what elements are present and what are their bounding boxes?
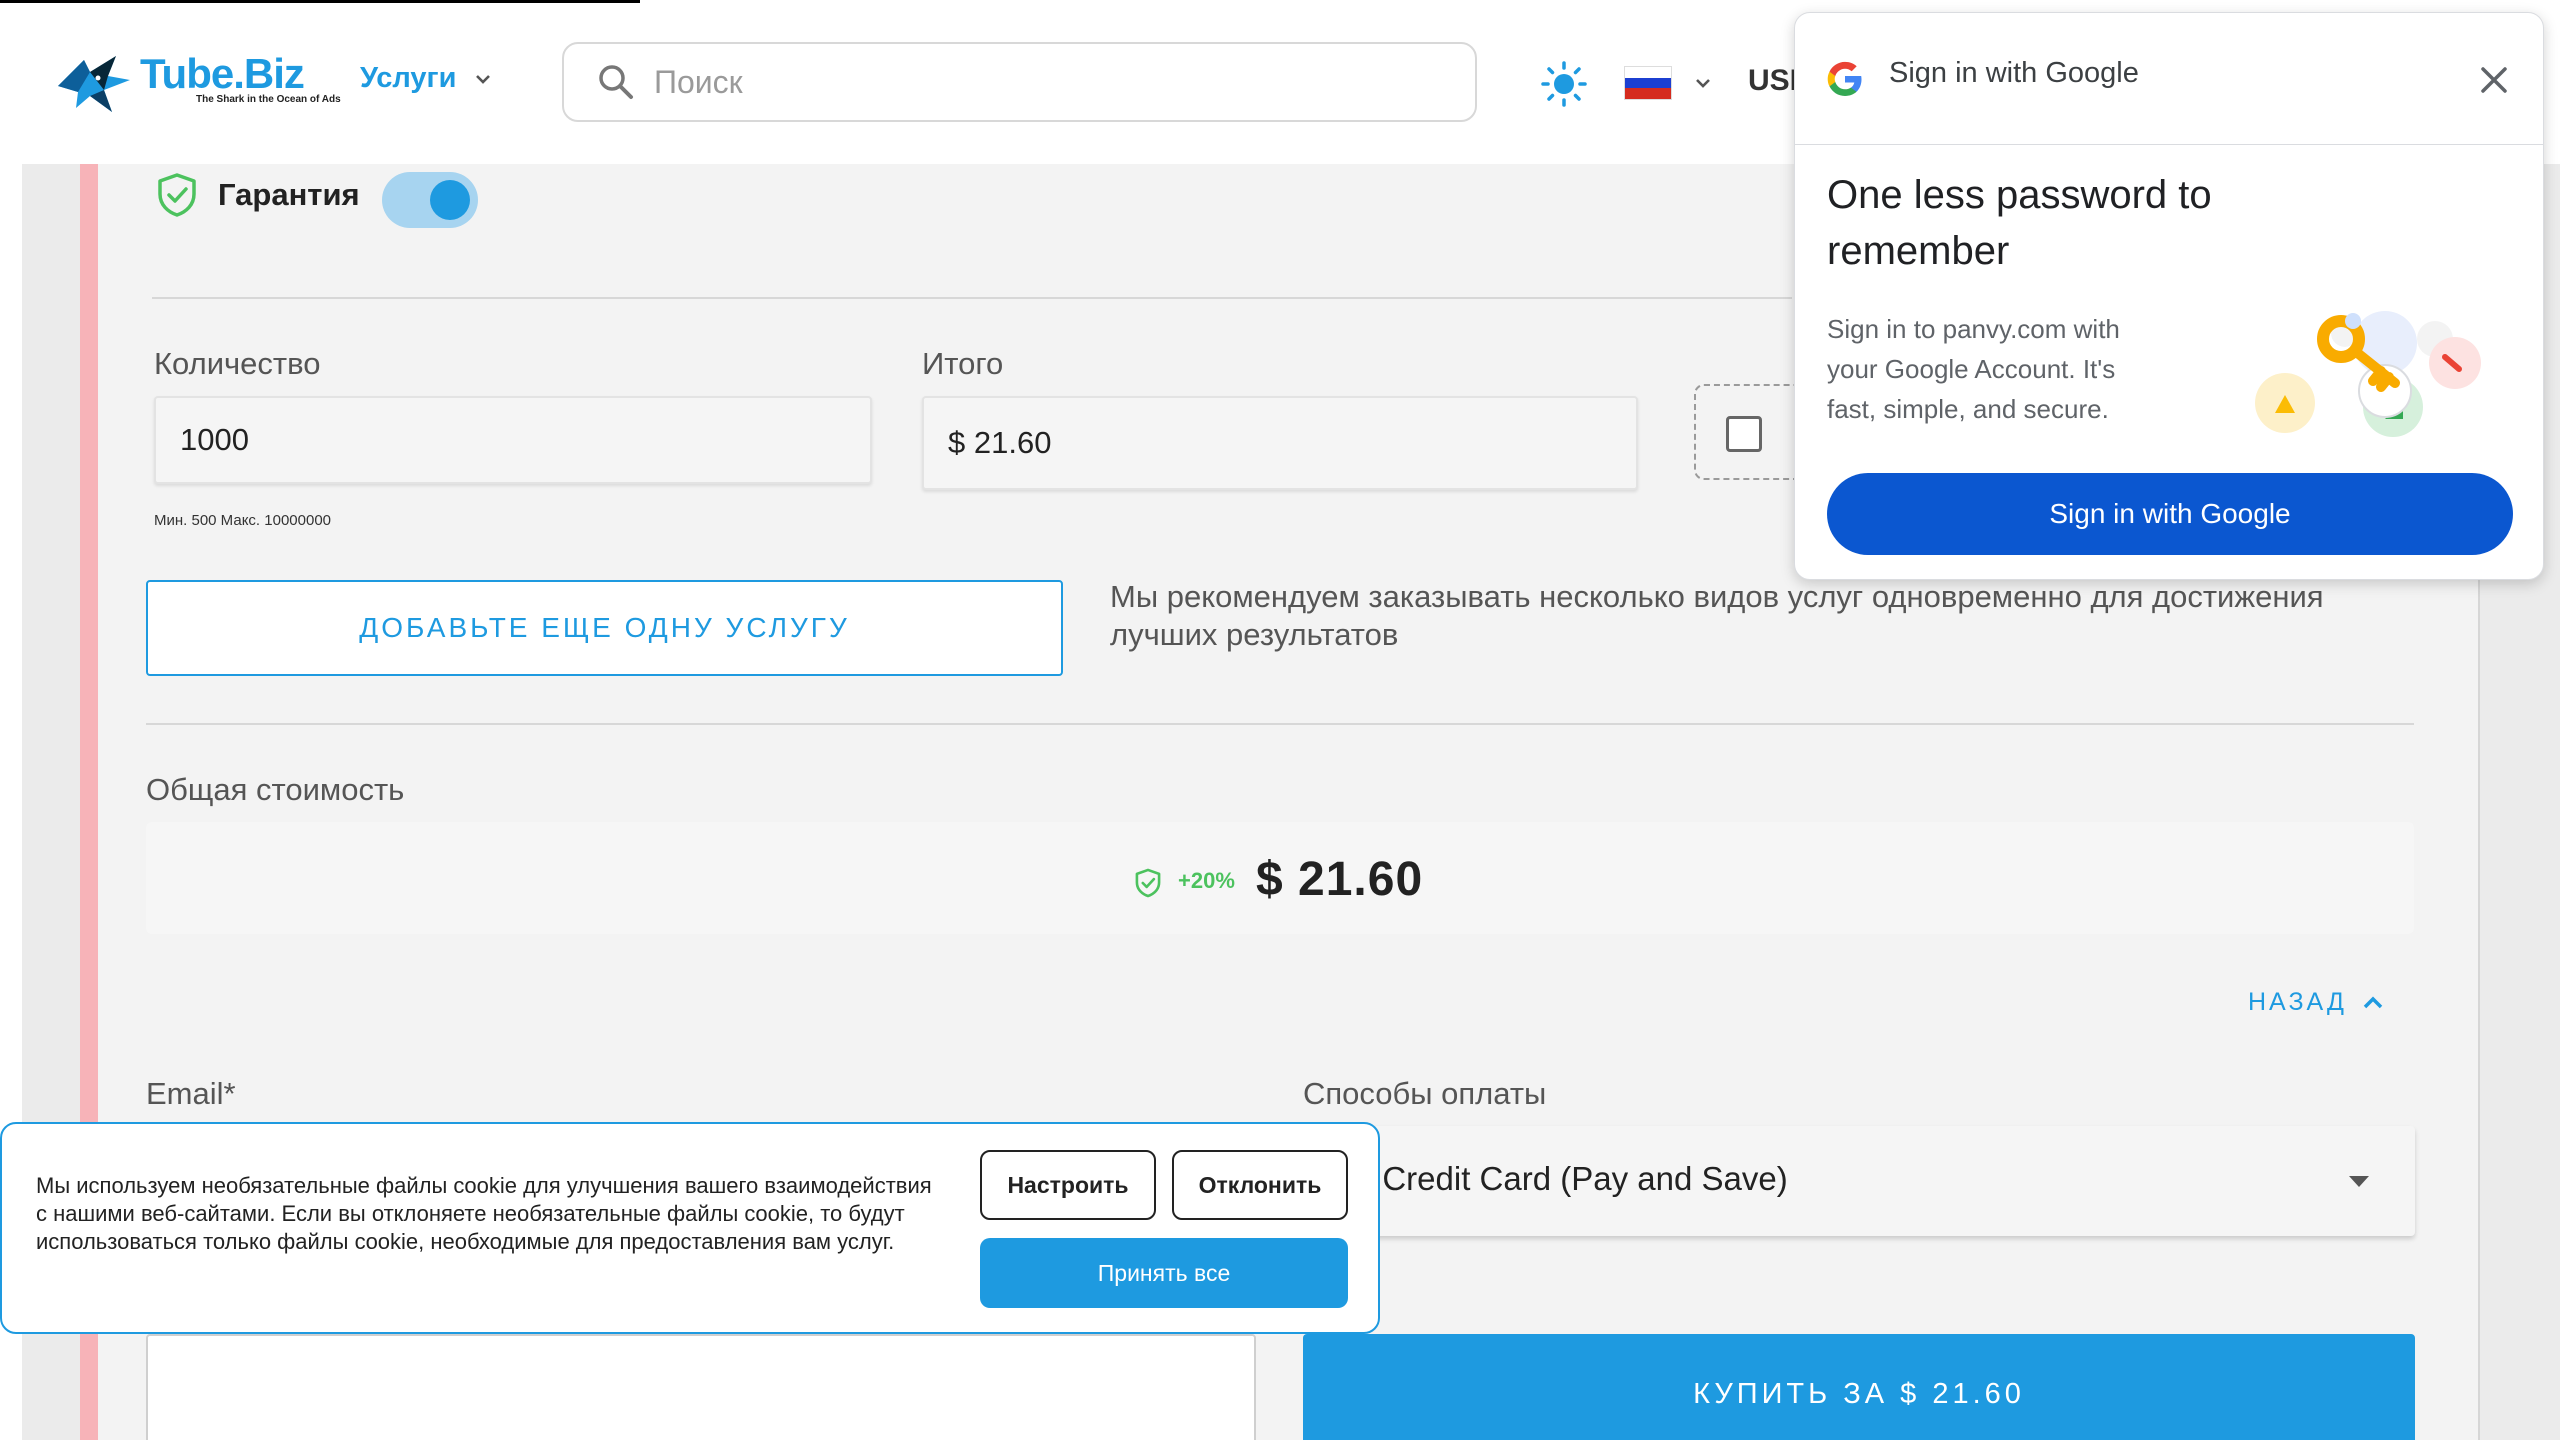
search-input[interactable]	[654, 63, 1434, 101]
google-signin-button[interactable]: Sign in with Google	[1827, 473, 2513, 555]
cookie-text: Мы используем необязательные файлы cooki…	[36, 1173, 932, 1254]
back-link[interactable]: НАЗАД	[2248, 988, 2385, 1017]
language-chevron-down-icon[interactable]	[1694, 74, 1712, 92]
quantity-input[interactable]	[180, 422, 870, 458]
toggle-knob	[430, 180, 470, 220]
comment-textarea[interactable]	[146, 1334, 1256, 1440]
search-bar[interactable]	[562, 42, 1477, 122]
close-icon[interactable]	[2475, 61, 2513, 99]
cookie-banner: Мы используем необязательные файлы cooki…	[0, 1122, 1380, 1334]
shield-check-icon	[1135, 868, 1161, 898]
quantity-limits: Мин. 500 Макс. 10000000	[154, 512, 331, 529]
total-field: $ 21.60	[922, 396, 1638, 490]
quantity-label: Количество	[154, 346, 321, 381]
add-service-button[interactable]: ДОБАВЬТЕ ЕЩЕ ОДНУ УСЛУГУ	[146, 580, 1063, 676]
recommendation-text: Мы рекомендуем заказывать несколько видо…	[1110, 579, 2324, 652]
popup-title: Sign in with Google	[1889, 57, 2139, 89]
russia-flag-icon[interactable]	[1624, 66, 1672, 100]
services-menu[interactable]: Услуги	[360, 62, 492, 95]
currency-selector[interactable]: USI	[1748, 64, 1798, 98]
sun-icon[interactable]	[1540, 60, 1588, 108]
email-label: Email*	[146, 1076, 236, 1111]
payment-method-select[interactable]: ew Credit Card (Pay and Save)	[1303, 1126, 2415, 1236]
guarantee-percent-badge: +20%	[1178, 868, 1235, 893]
dropdown-arrow-icon	[2349, 1176, 2369, 1187]
overall-price: $ 21.60	[1256, 853, 1424, 906]
total-value: $ 21.60	[948, 425, 1052, 460]
key-illustration-icon	[2255, 311, 2481, 437]
overall-cost-label: Общая стоимость	[146, 772, 405, 807]
chevron-down-icon	[476, 74, 491, 84]
services-label: Услуги	[360, 62, 457, 94]
option-checkbox[interactable]	[1726, 416, 1762, 452]
divider	[146, 723, 2414, 725]
back-label: НАЗАД	[2248, 988, 2347, 1016]
popup-heading: One less password to remember	[1827, 173, 2212, 273]
shield-check-icon	[158, 173, 196, 217]
page-loading-bar	[0, 0, 640, 3]
divider	[152, 297, 1792, 299]
guarantee-label: Гарантия	[218, 177, 360, 212]
chevron-up-icon	[2363, 996, 2383, 1008]
buy-button[interactable]: КУПИТЬ ЗА $ 21.60	[1303, 1334, 2415, 1440]
popup-header: Sign in with Google	[1795, 13, 2543, 145]
logo-title: Tube.Biz	[140, 50, 305, 97]
google-logo-icon	[1827, 61, 1862, 96]
guarantee-toggle[interactable]	[382, 172, 478, 228]
cookie-decline-button[interactable]: Отклонить	[1172, 1150, 1348, 1220]
payment-method-value: ew Credit Card (Pay and Save)	[1331, 1160, 1788, 1197]
guarantee-row: Гарантия	[156, 172, 360, 218]
popup-description: Sign in to panvy.com with your Google Ac…	[1827, 314, 2120, 424]
google-signin-popup: Sign in with Google One less password to…	[1794, 12, 2544, 580]
payment-methods-label: Способы оплаты	[1303, 1076, 1547, 1111]
shark-logo-icon	[58, 56, 130, 112]
cookie-accept-button[interactable]: Принять все	[980, 1238, 1348, 1308]
cookie-customize-button[interactable]: Настроить	[980, 1150, 1156, 1220]
logo-tagline: The Shark in the Ocean of Ads	[196, 94, 341, 105]
total-label: Итого	[922, 346, 1004, 381]
quantity-field[interactable]	[154, 396, 872, 484]
search-icon	[599, 65, 633, 99]
option-checkbox-container[interactable]	[1694, 384, 1804, 480]
site-logo[interactable]: Tube.Biz The Shark in the Ocean of Ads	[54, 46, 341, 118]
